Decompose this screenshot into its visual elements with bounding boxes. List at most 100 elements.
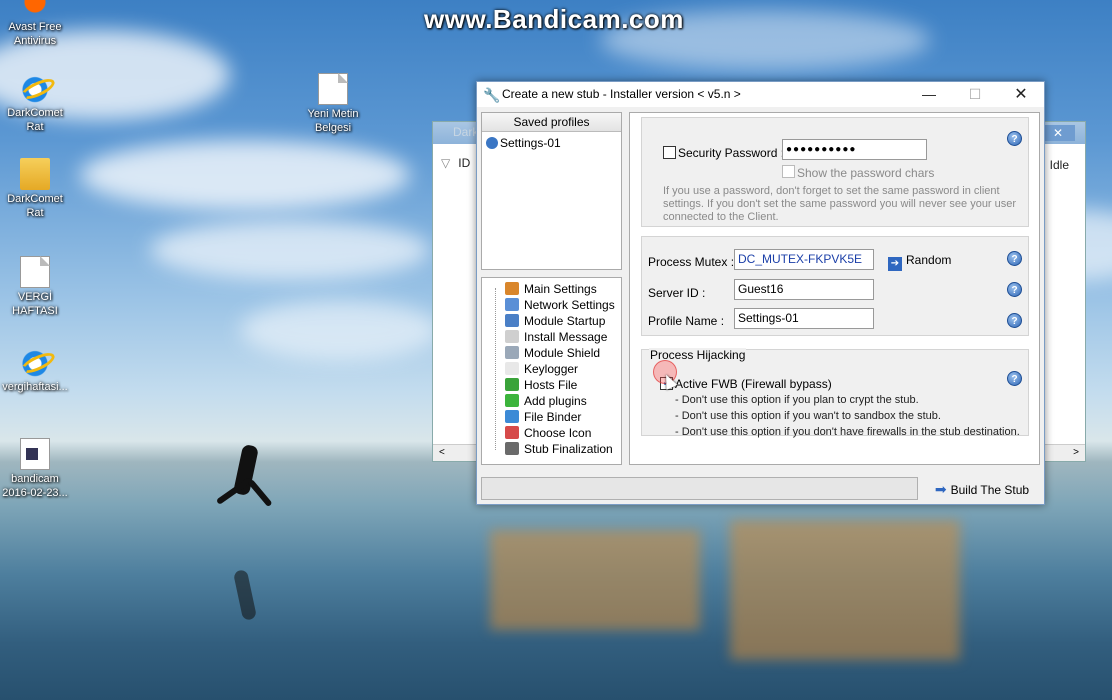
choose-icon-icon [505, 426, 519, 439]
process-hijacking-group: Process Hijacking Active FWB (Firewall b… [641, 348, 1029, 438]
nav-item-label: Stub Finalization [524, 442, 613, 456]
desktop-icon-label: bandicam 2016-02-23... [2, 473, 68, 499]
desktop-icon-yeni-metin[interactable]: Yeni Metin Belgesi [298, 73, 368, 135]
desktop-icon-darkcomet-folder[interactable]: DarkComet Rat [0, 158, 70, 220]
sky-reflection [490, 530, 700, 630]
process-mutex-label: Process Mutex : [648, 255, 735, 269]
bandicam-watermark: www.Bandicam.com [424, 4, 684, 34]
desktop-icon-label: VERGİ HAFTASI [12, 291, 58, 317]
build-stub-button[interactable]: ➡ Build The Stub [924, 475, 1040, 501]
avast-icon [20, 0, 50, 18]
settings-panel: Security Password : ●●●●●●●●●● Show the … [629, 112, 1040, 465]
server-id-field[interactable]: Guest16 [734, 279, 874, 300]
help-icon[interactable]: ? [1007, 371, 1022, 386]
shield-icon [505, 346, 519, 359]
nav-item-label: Choose Icon [524, 426, 592, 440]
nav-item-label: Keylogger [524, 362, 579, 376]
binder-icon [505, 410, 519, 423]
nav-item-stub-finalization[interactable]: Stub Finalization [505, 441, 613, 457]
desktop-icon-darkcomet-ie[interactable]: DarkComet Rat [0, 72, 70, 134]
help-icon[interactable]: ? [1007, 282, 1022, 297]
column-header-id: ▽ ID [441, 156, 471, 170]
user-icon [486, 137, 498, 149]
close-button[interactable]: ✕ [998, 82, 1044, 107]
security-password-field[interactable]: ●●●●●●●●●● [782, 139, 927, 160]
profile-item-label: Settings-01 [500, 136, 561, 150]
home-icon [505, 282, 519, 295]
desktop-icon-bandicam[interactable]: bandicam 2016-02-23... [0, 438, 70, 500]
build-progress-bar [481, 477, 918, 500]
hijacking-hint: - Don't use this option if you don't hav… [675, 426, 1020, 438]
profile-name-field[interactable]: Settings-01 [734, 308, 874, 329]
nav-item-install-message[interactable]: Install Message [505, 329, 607, 345]
security-note: If you use a password, don't forget to s… [663, 185, 1017, 223]
network-icon [505, 298, 519, 311]
desktop-icon-label: DarkComet Rat [7, 193, 63, 219]
settings-nav-tree: Main Settings Network Settings Module Star… [481, 277, 622, 465]
ie-icon [20, 72, 50, 104]
nav-item-file-binder[interactable]: File Binder [505, 409, 581, 425]
security-password-checkbox[interactable] [663, 146, 676, 159]
create-stub-dialog: 🔧 Create a new stub - Installer version … [476, 81, 1045, 505]
nav-item-label: Module Shield [524, 346, 601, 360]
help-icon[interactable]: ? [1007, 251, 1022, 266]
nav-item-label: Main Settings [524, 282, 597, 296]
nav-item-label: Hosts File [524, 378, 578, 392]
desktop-icon-label: DarkComet Rat [7, 107, 63, 133]
desktop-icon-vergihaftasi[interactable]: vergihaftasi... [0, 346, 70, 394]
desktop-icon-vergi[interactable]: VERGİ HAFTASI [0, 256, 70, 318]
hijacking-hint: - Don't use this option if you wan't to … [675, 410, 941, 422]
random-button[interactable]: ➔ Random [888, 250, 958, 271]
folder-icon [20, 158, 50, 190]
tree-lines [495, 288, 503, 450]
desktop-icon-label: Yeni Metin Belgesi [307, 108, 359, 134]
hijacking-hint: - Don't use this option if you plan to c… [675, 394, 919, 406]
sky-reflection [730, 520, 960, 660]
arrow-right-icon: ➔ [888, 257, 902, 271]
runner-reflection [232, 569, 258, 621]
process-mutex-field[interactable]: DC_MUTEX-FKPVK5E [734, 249, 874, 270]
bandicam-icon [20, 438, 50, 470]
cloud [150, 220, 430, 280]
cloud [240, 300, 440, 360]
puzzle-icon [505, 394, 519, 407]
scroll-left-icon[interactable]: < [439, 447, 445, 458]
nav-item-label: File Binder [524, 410, 582, 424]
background-window-close-button[interactable]: ✕ [1041, 125, 1075, 141]
show-password-checkbox[interactable] [782, 165, 795, 178]
nav-item-module-startup[interactable]: Module Startup [505, 313, 605, 329]
saved-profiles-header: Saved profiles [482, 113, 621, 132]
background-window-title: Dark [453, 125, 479, 139]
security-group: Security Password : ●●●●●●●●●● Show the … [641, 117, 1029, 227]
help-icon[interactable]: ? [1007, 313, 1022, 328]
nav-item-keylogger[interactable]: Keylogger [505, 361, 578, 377]
column-status: Idle [1049, 158, 1069, 172]
saved-profiles-list[interactable]: Saved profiles Settings-01 [481, 112, 622, 270]
cloud [80, 140, 410, 210]
nav-item-choose-icon[interactable]: Choose Icon [505, 425, 591, 441]
runner-silhouette [247, 478, 273, 508]
profile-name-label: Profile Name : [648, 314, 725, 328]
finalize-icon [505, 442, 519, 455]
profile-item[interactable]: Settings-01 [486, 136, 561, 150]
nav-item-add-plugins[interactable]: Add plugins [505, 393, 587, 409]
maximize-button[interactable]: ☐ [952, 82, 998, 107]
desktop-icon-label: Avast Free Antivirus [8, 21, 62, 47]
dialog-titlebar[interactable]: 🔧 Create a new stub - Installer version … [477, 82, 1044, 107]
dialog-title: Create a new stub - Installer version < … [502, 87, 741, 101]
active-fwb-label: Active FWB (Firewall bypass) [675, 377, 832, 391]
random-label: Random [906, 253, 952, 267]
build-stub-label: Build The Stub [950, 483, 1030, 497]
scroll-right-icon[interactable]: > [1073, 447, 1079, 458]
nav-item-label: Add plugins [524, 394, 587, 408]
nav-item-hosts-file[interactable]: Hosts File [505, 377, 577, 393]
nav-item-network-settings[interactable]: Network Settings [505, 297, 615, 313]
minimize-button[interactable]: — [906, 82, 952, 107]
message-icon [505, 330, 519, 343]
desktop-icon-avast[interactable]: Avast Free Antivirus [0, 0, 70, 48]
help-icon[interactable]: ? [1007, 131, 1022, 146]
nav-item-main-settings[interactable]: Main Settings [505, 281, 597, 297]
desktop-icon-label: vergihaftasi... [2, 381, 68, 393]
leaf-icon [505, 378, 519, 391]
nav-item-module-shield[interactable]: Module Shield [505, 345, 600, 361]
